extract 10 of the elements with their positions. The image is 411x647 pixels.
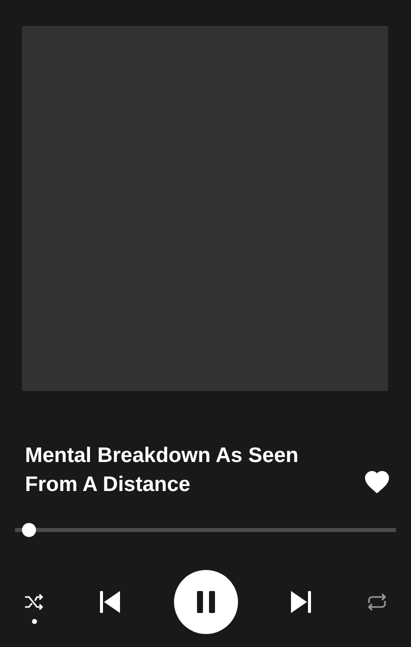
pause-icon bbox=[194, 590, 216, 614]
heart-icon[interactable] bbox=[365, 471, 389, 493]
next-icon bbox=[289, 590, 314, 614]
track-title: Mental Breakdown As Seen From A Distance bbox=[25, 443, 300, 498]
shuffle-icon bbox=[24, 593, 44, 611]
progress-thumb[interactable] bbox=[22, 523, 36, 537]
previous-button[interactable] bbox=[98, 590, 122, 614]
repeat-icon bbox=[368, 593, 386, 611]
next-button[interactable] bbox=[289, 590, 314, 614]
previous-icon bbox=[98, 590, 122, 614]
